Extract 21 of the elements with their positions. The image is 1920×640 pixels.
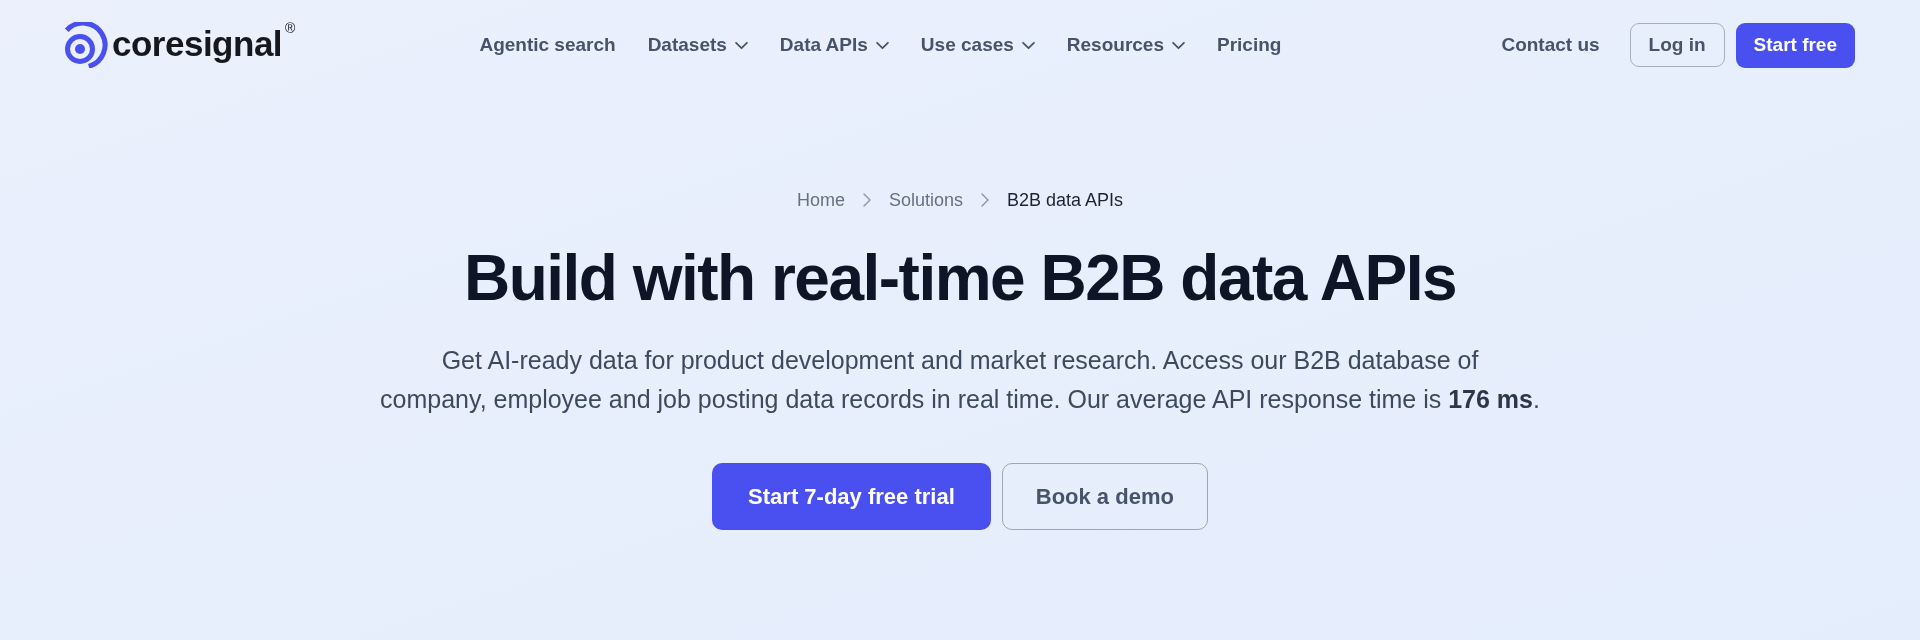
breadcrumb-link[interactable]: Home bbox=[796, 188, 845, 212]
nav-dropdown[interactable]: Datasets bbox=[647, 33, 748, 57]
login-button[interactable]: Log in bbox=[1629, 23, 1725, 67]
start-free-button[interactable]: Start free bbox=[1735, 22, 1855, 68]
nav-dropdown[interactable]: Use cases bbox=[920, 33, 1035, 57]
nav-link[interactable]: Pricing bbox=[1217, 33, 1282, 57]
breadcrumb-separator-icon bbox=[981, 193, 989, 207]
registered-mark: ® bbox=[285, 20, 296, 36]
hero-description: Get AI-ready data for product development and market research. Access our B2B database of company, employee and job posting data records in real time. Our average API response time is 176 ms. bbox=[380, 345, 1540, 415]
nav-link[interactable]: Agentic search bbox=[479, 33, 616, 57]
book-demo-button[interactable]: Book a demo bbox=[1001, 463, 1208, 530]
breadcrumb-current: B2B data APIs bbox=[1007, 189, 1124, 212]
breadcrumb-link[interactable]: Solutions bbox=[888, 188, 963, 212]
nav-dropdown[interactable]: Resources bbox=[1066, 33, 1185, 57]
contact-link[interactable]: Contact us bbox=[1501, 33, 1600, 57]
nav-dropdown[interactable]: Data APIs bbox=[779, 33, 889, 57]
logo-wordmark: coresignal bbox=[112, 24, 283, 64]
free-trial-button[interactable]: Start 7-day free trial bbox=[712, 463, 991, 530]
logo-icon bbox=[62, 22, 108, 68]
breadcrumb-separator-icon bbox=[862, 193, 871, 207]
hero-title: Build with real-time B2B data APIs bbox=[463, 241, 1457, 315]
